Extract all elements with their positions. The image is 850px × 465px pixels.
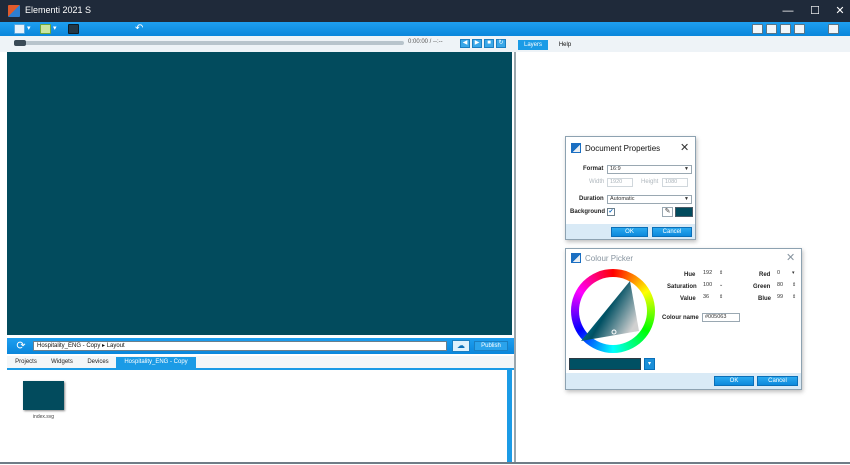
file-thumbnail[interactable] (23, 381, 64, 410)
tab-underline (7, 368, 514, 370)
new-dropdown-caret-icon[interactable]: ▾ (53, 24, 57, 32)
timeline-thumb[interactable] (14, 40, 26, 46)
tab-layers[interactable]: Layers (518, 40, 548, 50)
blue-spinner-icon[interactable]: ⇕ (792, 294, 796, 300)
dialog-title: Document Properties (585, 144, 661, 153)
window-title: Elementi 2021 S (25, 5, 92, 15)
value-spinner-icon[interactable]: ⇕ (719, 294, 723, 300)
cancel-button[interactable]: Cancel (757, 376, 798, 386)
app-logo-icon (8, 5, 20, 17)
width-field: 1920 (607, 178, 633, 187)
minimize-button[interactable]: — (776, 3, 800, 19)
colour-name-label: Colour name (662, 315, 699, 321)
saturation-label: Saturation (667, 284, 697, 290)
maximize-button[interactable]: ☐ (803, 3, 827, 19)
tab-projects[interactable]: Projects (12, 357, 40, 368)
stop-button[interactable]: ■ (484, 39, 494, 48)
red-label: Red (759, 272, 771, 278)
timeline-track[interactable] (14, 41, 404, 45)
format-value: 16:9 (610, 166, 621, 172)
dialog-logo-icon (571, 143, 581, 153)
vertical-scrollbar[interactable] (507, 370, 512, 463)
duration-select[interactable]: Automatic ▼ (607, 195, 692, 204)
hue-spinner-icon[interactable]: ⇕ (719, 270, 723, 276)
menu-dropdown-caret-icon[interactable]: ▾ (27, 24, 31, 32)
dialog-title: Colour Picker (585, 254, 634, 263)
tab-help[interactable]: Help (552, 40, 578, 50)
ok-button[interactable]: OK (611, 227, 648, 237)
background-checkbox[interactable]: ✔ (607, 208, 615, 216)
height-field: 1080 (662, 178, 688, 187)
width-label: Width (589, 179, 605, 185)
height-label: Height (641, 179, 659, 185)
swatch-dropdown-button[interactable]: ▾ (644, 358, 655, 370)
green-field[interactable]: 80 (775, 282, 789, 291)
hue-label: Hue (684, 272, 696, 278)
title-bar: Elementi 2021 S — ☐ ✕ (0, 0, 850, 22)
cancel-button[interactable]: Cancel (652, 227, 692, 237)
green-spinner-icon[interactable]: ⇕ (792, 282, 796, 288)
cloud-upload-button[interactable]: ☁ (452, 340, 470, 352)
refresh-icon[interactable]: ⟳ (15, 340, 27, 352)
dialog-logo-icon (571, 253, 581, 263)
value-field[interactable]: 36 (701, 294, 721, 303)
document-icon[interactable] (828, 24, 839, 34)
preview-icon[interactable] (794, 24, 805, 34)
close-icon[interactable]: ✕ (786, 251, 795, 264)
chevron-down-icon: ▼ (684, 196, 689, 202)
format-label: Format (583, 166, 604, 172)
saturation-spinner-icon[interactable]: ⌄ (719, 282, 723, 288)
value-label: Value (680, 296, 696, 302)
main-toolbar: ▾ ▾ ↶ (0, 22, 850, 36)
layout-canvas[interactable] (7, 52, 512, 335)
background-color-swatch[interactable] (675, 207, 693, 217)
colour-picker-dialog: Colour Picker ✕ Hue 192 ⇕ Red 0 ▾ Satura… (565, 248, 802, 390)
colour-name-field[interactable]: #005063 (702, 313, 740, 322)
loop-button[interactable]: ↻ (496, 39, 506, 48)
document-properties-dialog: Document Properties ✕ Format 16:9 ▼ Widt… (565, 136, 696, 240)
saturation-value-triangle[interactable] (571, 269, 655, 353)
tab-devices[interactable]: Devices (84, 357, 112, 368)
grid-icon[interactable] (766, 24, 777, 34)
background-label: Background (570, 209, 606, 215)
red-field[interactable]: 0 (775, 270, 789, 279)
skip-back-button[interactable]: ◀ (460, 39, 470, 48)
status-line (0, 462, 850, 464)
tab-widgets[interactable]: Widgets (48, 357, 76, 368)
new-file-icon[interactable] (40, 24, 51, 34)
file-name: index.svg (32, 414, 55, 420)
saturation-field[interactable]: 100 (701, 282, 721, 291)
close-icon[interactable]: ✕ (680, 141, 689, 154)
undo-icon[interactable]: ↶ (135, 24, 146, 34)
chevron-down-icon: ▼ (684, 166, 689, 172)
close-button[interactable]: ✕ (828, 3, 850, 19)
blue-label: Blue (758, 296, 772, 302)
format-select[interactable]: 16:9 ▼ (607, 165, 692, 174)
hue-field[interactable]: 192 (701, 270, 721, 279)
panel-divider[interactable] (514, 52, 516, 463)
layout-icon[interactable] (752, 24, 763, 34)
colour-preview-swatch (569, 358, 641, 370)
save-icon[interactable] (68, 24, 79, 34)
blue-field[interactable]: 99 (775, 294, 789, 303)
menu-icon[interactable] (14, 24, 25, 34)
green-label: Green (753, 284, 771, 290)
eyedropper-icon[interactable]: ✎ (662, 207, 673, 217)
ok-button[interactable]: OK (714, 376, 754, 386)
tab-hospitality-eng-copy[interactable]: Hospitality_ENG - Copy (116, 357, 196, 368)
split-view-icon[interactable] (780, 24, 791, 34)
duration-value: Automatic (610, 196, 635, 202)
publish-button[interactable]: Publish (474, 341, 508, 351)
timecode: 0:00:00 / --:-- (408, 39, 443, 45)
red-spinner-icon[interactable]: ▾ (792, 270, 795, 276)
play-button[interactable]: ▶ (472, 39, 482, 48)
breadcrumb[interactable]: Hospitality_ENG - Copy ▸ Layout (33, 341, 447, 351)
duration-label: Duration (579, 196, 604, 202)
